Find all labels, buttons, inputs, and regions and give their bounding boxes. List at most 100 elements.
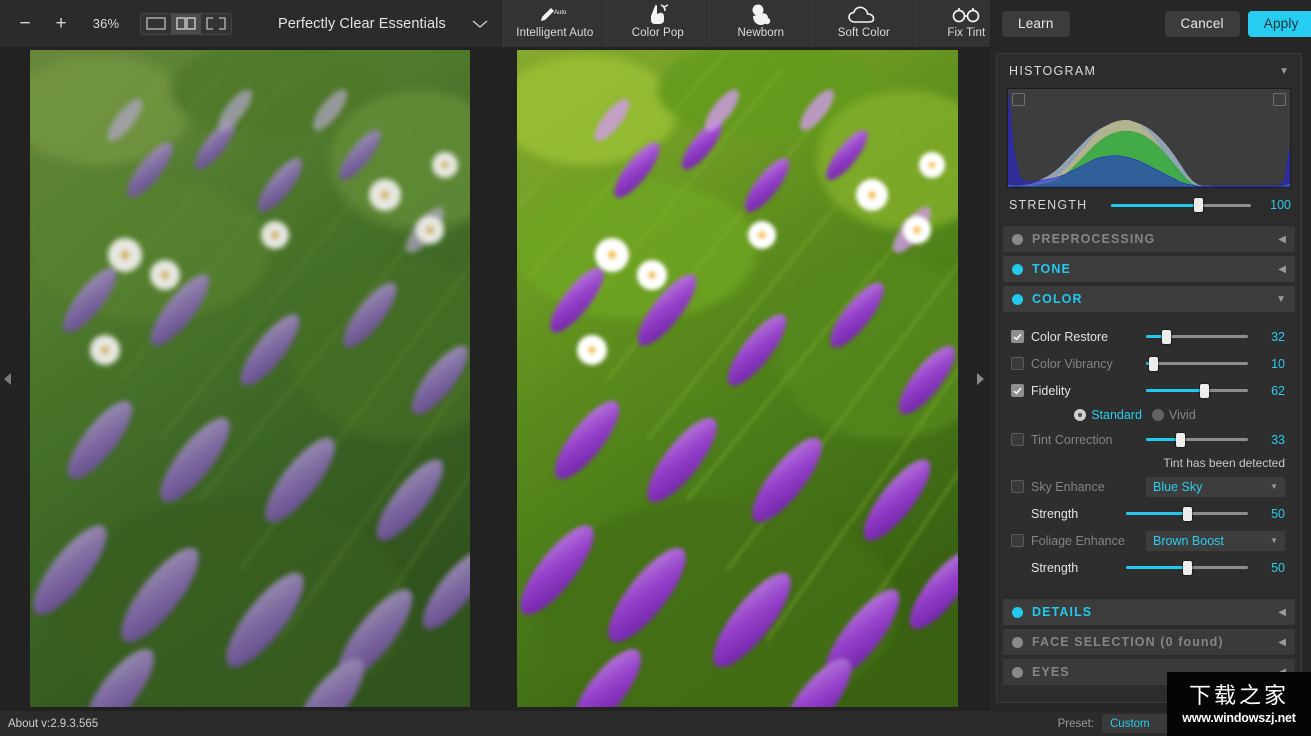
color-restore-checkbox[interactable] bbox=[1011, 330, 1024, 343]
after-photo bbox=[517, 50, 958, 707]
control-label: Color Restore bbox=[1031, 329, 1109, 344]
slider-knob[interactable] bbox=[1183, 506, 1192, 521]
chevron-left-icon[interactable]: ◀ bbox=[1278, 234, 1286, 245]
slider-knob[interactable] bbox=[1183, 560, 1192, 575]
fidelity-slider[interactable] bbox=[1146, 383, 1248, 398]
view-mode-single[interactable] bbox=[141, 14, 171, 34]
about-version-label[interactable]: About v:2.9.3.565 bbox=[8, 718, 98, 730]
cancel-button[interactable]: Cancel bbox=[1164, 10, 1240, 37]
tool-color-pop[interactable]: Color Pop bbox=[605, 0, 709, 47]
left-panel-expand-handle[interactable] bbox=[0, 369, 14, 389]
view-mode-side-by-side[interactable] bbox=[201, 14, 231, 34]
slider-knob[interactable] bbox=[1193, 198, 1203, 212]
control-label: Fidelity bbox=[1031, 383, 1071, 398]
histogram-title: HISTOGRAM bbox=[1009, 64, 1097, 78]
radio-standard[interactable]: Standard bbox=[1074, 408, 1142, 422]
tool-intelligent-auto[interactable]: Auto Intelligent Auto bbox=[502, 0, 606, 47]
radio-dot[interactable] bbox=[1074, 409, 1087, 421]
preset-status-value: Custom bbox=[1110, 717, 1150, 730]
chevron-left-icon[interactable]: ◀ bbox=[1278, 637, 1286, 648]
color-vibrancy-slider[interactable] bbox=[1146, 356, 1248, 371]
watermark-overlay: 下载之家 www.windowszj.net bbox=[1167, 672, 1311, 736]
tool-label: Newborn bbox=[737, 27, 785, 39]
strength-row: STRENGTH 100 bbox=[997, 188, 1301, 222]
histogram-shadow-clip-handle[interactable] bbox=[1012, 93, 1025, 106]
section-toggle-dot[interactable] bbox=[1012, 263, 1023, 275]
control-sky-strength: Strength 50 bbox=[1003, 500, 1295, 527]
section-title: DETAILS bbox=[1032, 605, 1093, 619]
section-toggle-dot[interactable] bbox=[1012, 636, 1023, 648]
slider-track bbox=[1146, 362, 1248, 365]
foliage-enhance-dropdown[interactable]: Brown Boost ▼ bbox=[1146, 530, 1285, 551]
slider-fill bbox=[1126, 512, 1187, 515]
zoom-controls: − + 36% bbox=[0, 0, 232, 47]
chevron-down-icon[interactable]: ▼ bbox=[1276, 294, 1286, 305]
slider-knob[interactable] bbox=[1200, 383, 1210, 398]
tint-correction-slider[interactable] bbox=[1146, 432, 1248, 447]
chevron-down-icon[interactable]: ▼ bbox=[1279, 66, 1289, 77]
tint-correction-checkbox[interactable] bbox=[1011, 433, 1024, 446]
foliage-strength-value: 50 bbox=[1271, 560, 1285, 575]
radio-vivid[interactable]: Vivid bbox=[1151, 408, 1196, 422]
chevron-left-icon[interactable]: ◀ bbox=[1278, 264, 1286, 275]
color-restore-slider[interactable] bbox=[1146, 329, 1248, 344]
control-foliage-strength: Strength 50 bbox=[1003, 554, 1295, 581]
before-image-pane[interactable] bbox=[30, 50, 470, 707]
section-toggle-dot[interactable] bbox=[1012, 606, 1023, 618]
status-bar: About v:2.9.3.565 Preset: Custom bbox=[0, 711, 1311, 736]
strength-value: 100 bbox=[1270, 198, 1291, 212]
color-restore-value: 32 bbox=[1271, 329, 1285, 344]
fidelity-value: 62 bbox=[1271, 383, 1285, 398]
baby-icon bbox=[746, 2, 776, 27]
histogram-highlight-clip-handle[interactable] bbox=[1273, 93, 1286, 106]
section-toggle-dot[interactable] bbox=[1012, 233, 1023, 245]
section-details[interactable]: DETAILS ◀ bbox=[1003, 599, 1295, 625]
section-tone[interactable]: TONE ◀ bbox=[1003, 256, 1295, 282]
zoom-level-value: 36% bbox=[92, 16, 120, 31]
foliage-strength-slider[interactable] bbox=[1126, 560, 1248, 575]
learn-button[interactable]: Learn bbox=[1002, 10, 1070, 37]
control-label: Strength bbox=[1031, 560, 1079, 575]
chevron-down-icon[interactable]: ▼ bbox=[1270, 482, 1278, 491]
chevron-down-icon bbox=[471, 19, 489, 29]
sky-enhance-checkbox[interactable] bbox=[1011, 480, 1024, 493]
app-window: − + 36% Perfectly Clear Essentials Auto … bbox=[0, 0, 1311, 736]
adjustments-panel: Learn Cancel Apply HISTOGRAM ▼ STRENGTH bbox=[990, 0, 1311, 711]
preset-selector[interactable]: Perfectly Clear Essentials bbox=[278, 0, 489, 47]
zoom-in-button[interactable]: + bbox=[44, 7, 78, 41]
section-toggle-dot[interactable] bbox=[1012, 666, 1023, 678]
slider-knob[interactable] bbox=[1149, 356, 1159, 371]
sky-enhance-dropdown[interactable]: Blue Sky ▼ bbox=[1146, 476, 1285, 497]
tint-detected-note: Tint has been detected bbox=[1163, 456, 1285, 470]
sky-strength-slider[interactable] bbox=[1126, 506, 1248, 521]
tool-newborn[interactable]: Newborn bbox=[708, 0, 812, 47]
fidelity-checkbox[interactable] bbox=[1011, 384, 1024, 397]
foliage-enhance-checkbox[interactable] bbox=[1011, 534, 1024, 547]
tool-soft-color[interactable]: Soft Color bbox=[811, 0, 915, 47]
image-canvas-area[interactable] bbox=[0, 47, 990, 711]
histogram-chart[interactable] bbox=[1007, 88, 1291, 188]
chevron-left-icon[interactable]: ◀ bbox=[1278, 607, 1286, 618]
fidelity-mode-radios: Standard Vivid bbox=[1003, 404, 1295, 426]
strength-slider[interactable] bbox=[1111, 198, 1251, 212]
view-mode-split[interactable] bbox=[171, 13, 201, 34]
zoom-out-button[interactable]: − bbox=[8, 7, 42, 41]
preset-selector-label: Perfectly Clear Essentials bbox=[278, 15, 446, 32]
slider-knob[interactable] bbox=[1175, 432, 1185, 447]
section-color[interactable]: COLOR ▼ bbox=[1003, 286, 1295, 312]
control-color-restore: Color Restore 32 bbox=[1003, 323, 1295, 350]
section-preprocessing[interactable]: PREPROCESSING ◀ bbox=[1003, 226, 1295, 252]
histogram-header[interactable]: HISTOGRAM ▼ bbox=[997, 54, 1301, 88]
section-face-selection[interactable]: FACE SELECTION (0 found) ◀ bbox=[1003, 629, 1295, 655]
section-title: COLOR bbox=[1032, 292, 1083, 306]
preset-status-label: Preset: bbox=[1057, 717, 1094, 730]
after-image-pane[interactable] bbox=[517, 50, 958, 707]
control-color-vibrancy: Color Vibrancy 10 bbox=[1003, 350, 1295, 377]
apply-button[interactable]: Apply bbox=[1247, 10, 1311, 37]
section-toggle-dot[interactable] bbox=[1012, 293, 1023, 305]
right-panel-collapse-handle[interactable] bbox=[973, 369, 987, 389]
slider-knob[interactable] bbox=[1162, 329, 1172, 344]
radio-dot[interactable] bbox=[1151, 409, 1164, 421]
color-vibrancy-checkbox[interactable] bbox=[1011, 357, 1024, 370]
chevron-down-icon[interactable]: ▼ bbox=[1270, 536, 1278, 545]
